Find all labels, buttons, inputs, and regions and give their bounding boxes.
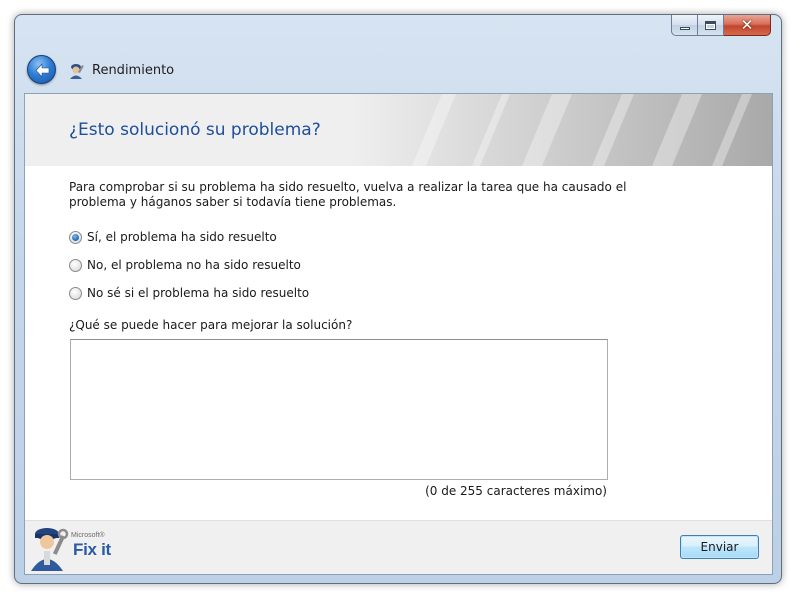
radio-unsure[interactable] [69, 286, 82, 300]
option-solved-label: Sí, el problema ha sido resuelto [87, 230, 277, 244]
page-title: ¿Esto solucionó su problema? [69, 120, 321, 140]
instructions-text: Para comprobar si su problema ha sido re… [69, 180, 627, 209]
caption-buttons: ✕ [671, 15, 771, 37]
technician-icon [70, 64, 84, 79]
dialog-window: ✕ Rendimiento ¿Esto solucionó su problem… [14, 14, 782, 584]
arrow-left-icon [35, 63, 50, 78]
feedback-textarea[interactable] [70, 339, 608, 480]
brand-small: Microsoft® [71, 532, 105, 539]
content-area: ¿Esto solucionó su problema? Para compro… [24, 93, 773, 575]
radio-not-solved[interactable] [69, 258, 82, 272]
brand-name: Fix it [73, 540, 111, 559]
header-band: ¿Esto solucionó su problema? [25, 94, 772, 166]
option-unsure-label: No sé si el problema ha sido resuelto [87, 286, 310, 300]
fixit-mascot-icon [31, 528, 69, 571]
option-solved[interactable]: Sí, el problema ha sido resuelto [69, 230, 277, 244]
send-button[interactable]: Enviar [680, 535, 759, 559]
option-not-solved[interactable]: No, el problema no ha sido resuelto [69, 258, 301, 272]
window-title: Rendimiento [92, 63, 175, 78]
option-not-solved-label: No, el problema no ha sido resuelto [87, 258, 301, 272]
feedback-label: ¿Qué se puede hacer para mejorar la solu… [69, 318, 353, 332]
close-button[interactable]: ✕ [724, 15, 771, 36]
minimize-button[interactable] [671, 15, 698, 36]
minimize-icon [679, 26, 690, 30]
radio-solved[interactable] [69, 230, 82, 244]
header-decoration [352, 94, 772, 166]
character-counter: (0 de 255 caracteres máximo) [425, 484, 607, 498]
fixit-logo: Microsoft® Fix it [27, 525, 127, 571]
maximize-icon [705, 20, 716, 30]
option-unsure[interactable]: No sé si el problema ha sido resuelto [69, 286, 309, 300]
footer-bar: Microsoft® Fix it Enviar [25, 520, 772, 574]
back-button[interactable] [27, 55, 56, 84]
navigation-bar: Rendimiento [15, 43, 781, 93]
maximize-button[interactable] [698, 15, 724, 36]
close-icon: ✕ [740, 15, 754, 34]
